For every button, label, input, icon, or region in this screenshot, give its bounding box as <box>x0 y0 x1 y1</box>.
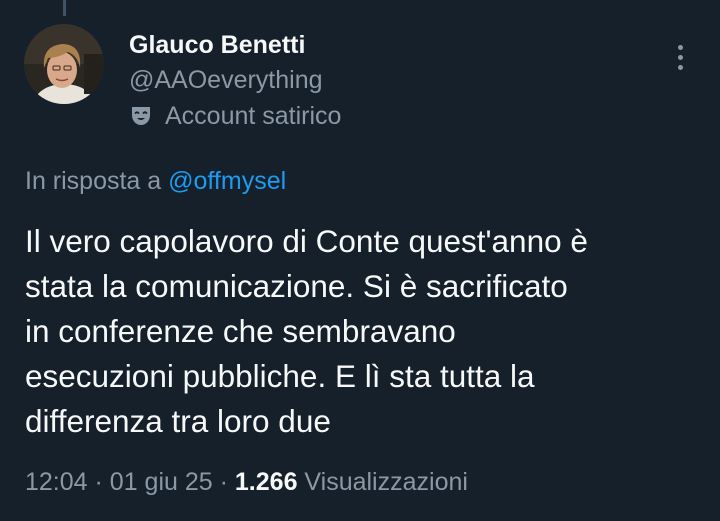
meta-separator: · <box>94 468 103 496</box>
more-vertical-icon-dot <box>677 54 683 60</box>
tweet-time[interactable]: 12:04 <box>25 468 88 496</box>
reply-context: In risposta a @offmysel <box>25 163 286 199</box>
views-count: 1.266 <box>234 468 298 496</box>
more-vertical-icon-dot <box>677 64 683 70</box>
reply-mention-link[interactable]: @offmysel <box>168 167 286 195</box>
account-label-text: Account satirico <box>165 102 342 130</box>
tweet-text-line: differenza tra loro due <box>25 403 331 439</box>
theater-mask-icon <box>132 107 150 125</box>
tweet-text-line: stata la comunicazione. Si è sacrificato <box>25 268 568 304</box>
tweet-text-line: Il vero capolavoro di Conte quest'anno è <box>25 223 588 259</box>
tweet-author: Glauco Benetti @AAOeverything Account sa… <box>129 28 341 134</box>
account-label: Account satirico <box>129 98 341 134</box>
tweet-text-line: in conferenze che sembravano <box>25 313 456 349</box>
views-label[interactable]: Visualizzazioni <box>304 468 468 496</box>
thread-connector-line <box>63 0 66 16</box>
user-handle[interactable]: @AAOeverything <box>129 62 341 98</box>
more-vertical-icon-dot <box>677 44 683 50</box>
tweet-meta: 12:04 · 01 giu 25 · 1.266 Visualizzazion… <box>25 464 468 500</box>
display-name[interactable]: Glauco Benetti <box>129 28 341 62</box>
tweet-text: Il vero capolavoro di Conte quest'anno è… <box>25 219 705 444</box>
meta-separator: · <box>219 468 228 496</box>
tweet-date[interactable]: 01 giu 25 <box>110 468 213 496</box>
avatar-image <box>24 24 104 104</box>
reply-prefix: In risposta a <box>25 167 162 195</box>
more-options-button[interactable] <box>668 40 692 74</box>
tweet-text-line: esecuzioni pubbliche. E lì sta tutta la <box>25 358 535 394</box>
avatar[interactable] <box>24 24 104 104</box>
